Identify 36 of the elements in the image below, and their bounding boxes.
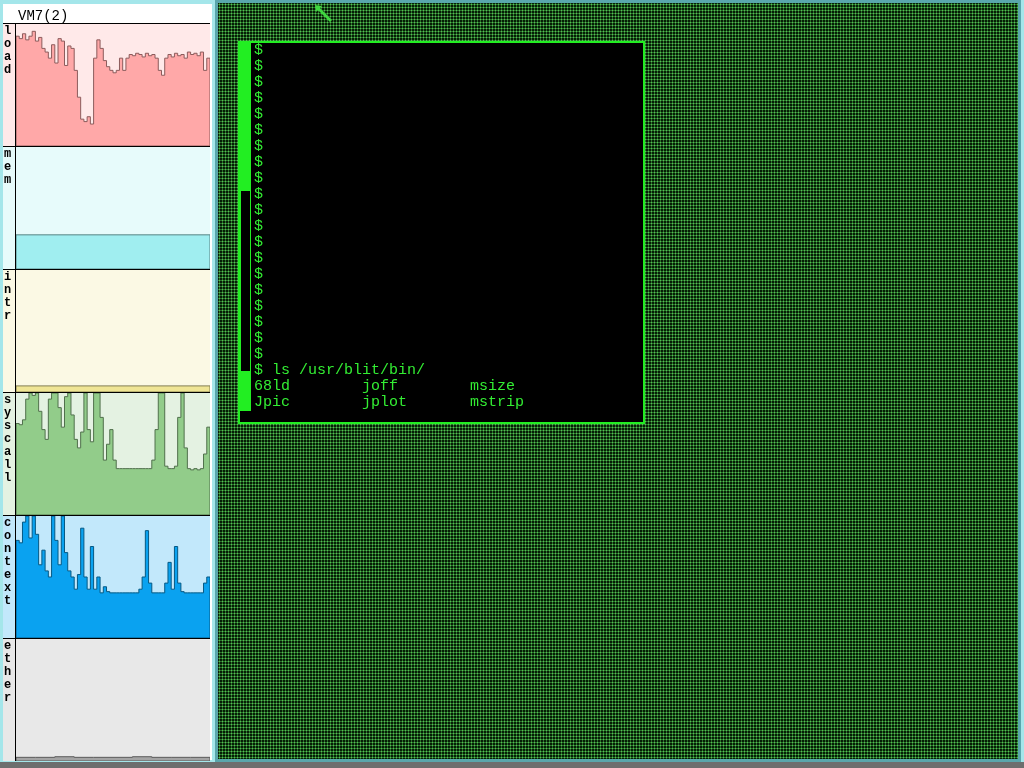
terminal-line: $ xyxy=(254,107,264,123)
terminal-line: $ xyxy=(254,91,264,107)
terminal-line: $ xyxy=(254,187,264,203)
terminal-line: $ xyxy=(254,59,264,75)
file-name: jplot xyxy=(362,395,408,411)
terminal-line: $ xyxy=(254,219,264,235)
terminal-line: $ xyxy=(254,123,264,139)
panel-title: VM7(2) xyxy=(18,8,69,24)
file-name: joff xyxy=(362,379,399,395)
terminal-line: $ ls /usr/blit/bin/ xyxy=(254,363,427,379)
file-name: 68ld xyxy=(254,379,291,395)
terminal-line: $ xyxy=(254,283,264,299)
graph-label: load xyxy=(4,25,12,77)
terminal-line: $ xyxy=(254,203,264,219)
terminal-line: $ xyxy=(254,315,264,331)
graph-label: syscall xyxy=(4,394,12,485)
terminal-line: $ xyxy=(254,43,264,59)
terminal-line: $ xyxy=(254,155,264,171)
terminal-line: $ xyxy=(254,347,264,363)
terminal-line: $ xyxy=(254,139,264,155)
terminal-line: $ xyxy=(254,171,264,187)
file-name: mstrip xyxy=(470,395,525,411)
graph-label: mem xyxy=(4,148,12,187)
terminal-line: $ xyxy=(254,299,264,315)
file-name: Jpic xyxy=(254,395,291,411)
terminal-line: $ xyxy=(254,235,264,251)
graph-label: context xyxy=(4,517,12,608)
graph-label: ether xyxy=(4,640,12,705)
terminal-line: $ xyxy=(254,267,264,283)
cursor-icon xyxy=(315,5,333,23)
scroll-bar[interactable] xyxy=(240,43,251,411)
terminal-line: $ xyxy=(254,251,264,267)
terminal-line: $ xyxy=(254,331,264,347)
terminal-line: $ xyxy=(254,75,264,91)
file-name: msize xyxy=(470,379,516,395)
graph-label: intr xyxy=(4,271,12,323)
